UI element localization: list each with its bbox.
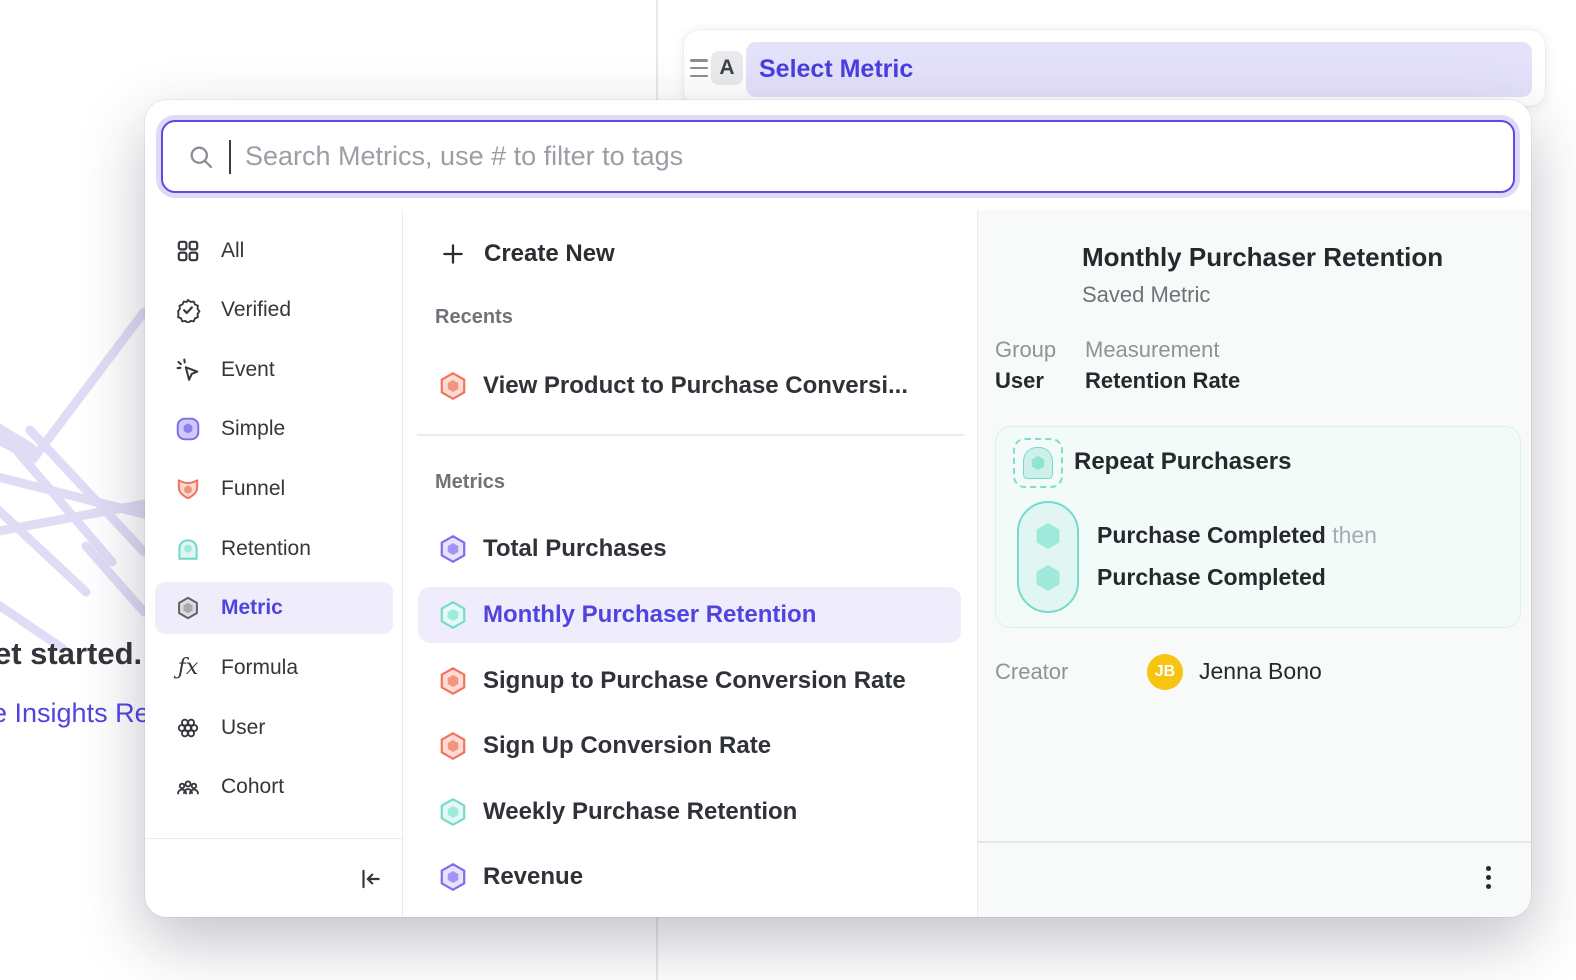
kebab-menu-icon[interactable] (1474, 863, 1502, 891)
sidebar-item-event[interactable]: Event (155, 344, 393, 396)
hexagon-icon (1035, 565, 1061, 591)
search-icon (187, 143, 215, 171)
sidebar-item-user[interactable]: User (155, 702, 393, 754)
formula-icon: ƒx (175, 655, 201, 681)
search-bar (161, 120, 1515, 193)
group-label: Group (995, 337, 1056, 363)
sidebar-item-formula[interactable]: ƒx Formula (155, 642, 393, 694)
verified-badge-icon (175, 297, 201, 323)
metric-list-column: Create New Recents View Product to Purch… (403, 210, 978, 917)
event-sequence-capsule (1017, 501, 1079, 613)
sidebar-item-metric[interactable]: Metric (155, 582, 393, 634)
select-metric-label: Select Metric (759, 55, 913, 84)
metric-hexagon-icon (175, 595, 201, 621)
create-new-button[interactable]: Create New (423, 226, 943, 282)
hexagon-icon (439, 535, 467, 563)
cohort-people-icon (175, 774, 201, 800)
recents-section-label: Recents (435, 306, 513, 329)
list-divider (417, 434, 964, 436)
simple-metric-icon (175, 416, 201, 442)
group-value: User (995, 368, 1044, 394)
hexagon-icon (439, 863, 467, 891)
metric-detail-type: Saved Metric (1082, 282, 1210, 308)
insights-report-link[interactable]: e Insights Re (0, 698, 150, 729)
hexagon-icon (439, 732, 467, 760)
filter-sidebar: All Verified (145, 210, 403, 917)
sidebar-item-verified[interactable]: Verified (155, 284, 393, 336)
select-metric-button[interactable]: Select Metric (746, 42, 1532, 97)
background-get-started-text: et started. (0, 636, 142, 672)
metric-list-item[interactable]: Revenue (418, 849, 961, 905)
sidebar-footer (145, 838, 402, 917)
recent-item[interactable]: View Product to Purchase Conversi... (418, 358, 961, 414)
metric-detail-title: Monthly Purchaser Retention (1082, 242, 1443, 273)
dialog-body: All Verified (145, 210, 1531, 917)
metric-definition-card: Repeat Purchasers Purchase Completed the… (995, 426, 1521, 628)
event-cursor-icon (175, 357, 201, 383)
search-input[interactable] (245, 141, 1489, 172)
metric-picker-dialog: All Verified (145, 100, 1531, 917)
sequence-connector: then (1332, 522, 1377, 548)
metric-detail-panel: Monthly Purchaser Retention Saved Metric… (978, 210, 1531, 917)
hexagon-icon (439, 798, 467, 826)
metric-row-card: A Select Metric (684, 30, 1545, 106)
metric-list-item-selected[interactable]: Monthly Purchaser Retention (418, 587, 961, 643)
metric-list-item[interactable]: Sign Up Conversion Rate (418, 718, 961, 774)
row-label-badge: A (711, 51, 743, 85)
definition-card-title: Repeat Purchasers (1074, 448, 1291, 476)
background-chart-decoration (0, 300, 150, 680)
metrics-section-label: Metrics (435, 471, 505, 494)
metric-list-item[interactable]: Total Purchases (418, 521, 961, 577)
hexagon-icon (1035, 523, 1061, 549)
sequence-step-1: Purchase Completed then (1097, 522, 1377, 549)
screen: et started. e Insights Re A Select Metri… (0, 0, 1576, 980)
sidebar-item-simple[interactable]: Simple (155, 403, 393, 455)
funnel-icon (175, 476, 201, 502)
measurement-label: Measurement (1085, 337, 1220, 363)
text-cursor (229, 140, 231, 174)
grid-icon (175, 238, 201, 264)
sidebar-item-funnel[interactable]: Funnel (155, 463, 393, 515)
user-cluster-icon (175, 715, 201, 741)
retention-definition-icon (1013, 438, 1063, 488)
creator-name: Jenna Bono (1199, 658, 1322, 685)
plus-icon (440, 241, 466, 267)
hexagon-icon (439, 601, 467, 629)
drag-handle-icon[interactable] (689, 57, 709, 79)
metric-list-item[interactable]: Weekly Purchase Retention (418, 784, 961, 840)
sidebar-item-retention[interactable]: Retention (155, 523, 393, 575)
retention-icon (175, 536, 201, 562)
creator-avatar: JB (1147, 654, 1183, 690)
creator-label: Creator (995, 659, 1068, 685)
metric-list-item[interactable]: Signup to Purchase Conversion Rate (418, 653, 961, 709)
detail-footer-divider (978, 841, 1531, 843)
hexagon-icon (439, 667, 467, 695)
hexagon-icon (439, 372, 467, 400)
sidebar-item-cohort[interactable]: Cohort (155, 761, 393, 813)
sidebar-item-all[interactable]: All (155, 225, 393, 277)
collapse-panel-icon[interactable] (356, 865, 384, 893)
measurement-value: Retention Rate (1085, 368, 1240, 394)
sequence-step-2: Purchase Completed (1097, 564, 1326, 591)
